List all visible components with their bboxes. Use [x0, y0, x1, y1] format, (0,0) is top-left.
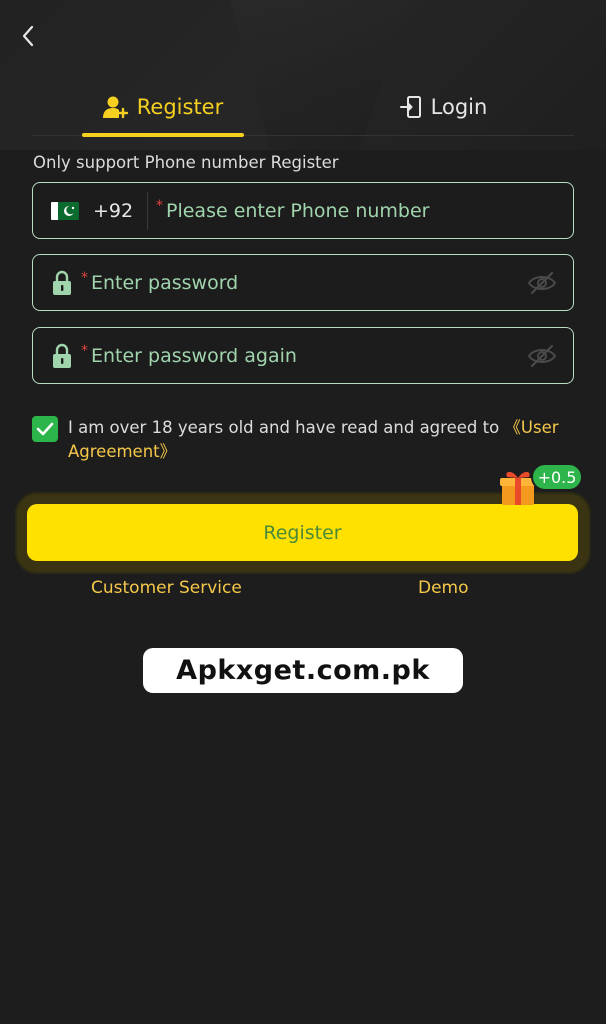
password-input[interactable]: * Enter password [73, 255, 527, 310]
checkmark-icon [36, 422, 54, 436]
eye-off-icon[interactable] [527, 270, 557, 296]
password-again-field[interactable]: * Enter password again [32, 327, 574, 384]
required-mark: * [156, 197, 163, 214]
user-add-icon [102, 96, 128, 119]
chevron-left-icon [22, 25, 34, 47]
required-mark: * [81, 342, 88, 359]
demo-link[interactable]: Demo [418, 578, 469, 598]
password-again-placeholder: Enter password again [91, 344, 297, 367]
watermark-label: Apkxget.com.pk [143, 648, 463, 693]
tab-login-label: Login [430, 95, 488, 119]
agreement-statement: I am over 18 years old and have read and… [68, 418, 505, 437]
password-field[interactable]: * Enter password [32, 254, 574, 311]
phone-input[interactable]: * Please enter Phone number [148, 183, 573, 238]
pakistan-flag-icon [51, 201, 79, 220]
required-mark: * [81, 269, 88, 286]
bonus-badge: +0.5 [531, 463, 583, 491]
back-button[interactable] [14, 22, 42, 50]
password-placeholder: Enter password [91, 271, 239, 294]
agreement-checkbox[interactable] [32, 416, 58, 442]
eye-off-icon[interactable] [527, 343, 557, 369]
country-code[interactable]: +92 [93, 200, 137, 222]
login-door-icon [399, 96, 421, 118]
agreement-text: I am over 18 years old and have read and… [68, 416, 568, 464]
auth-tabs: Register Login [32, 78, 574, 137]
tab-register-label: Register [136, 95, 224, 119]
tab-register[interactable]: Register [82, 78, 244, 137]
lock-icon [53, 343, 71, 368]
phone-placeholder: Please enter Phone number [166, 199, 430, 222]
phone-field[interactable]: +92 * Please enter Phone number [32, 182, 574, 239]
register-button[interactable]: Register [27, 504, 578, 561]
lock-icon [53, 270, 71, 295]
register-hint: Only support Phone number Register [33, 153, 339, 172]
agreement-row: I am over 18 years old and have read and… [32, 416, 572, 464]
password-again-input[interactable]: * Enter password again [73, 328, 527, 383]
tab-login[interactable]: Login [388, 78, 498, 136]
customer-service-link[interactable]: Customer Service [91, 578, 242, 598]
